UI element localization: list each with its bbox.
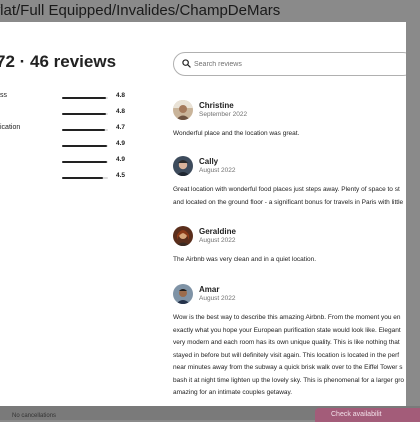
category-score: 4.8 bbox=[116, 92, 126, 99]
search-bar[interactable] bbox=[173, 52, 406, 76]
category-bar bbox=[62, 161, 108, 163]
review-text: Wow is the best way to describe this ama… bbox=[173, 312, 406, 400]
avatar[interactable] bbox=[173, 156, 193, 176]
reviewer-name: Christine bbox=[199, 101, 234, 110]
rating-category: 4.9 bbox=[0, 156, 132, 168]
category-bar-fill bbox=[62, 129, 106, 131]
review-text-line: and located on the ground floor - a sign… bbox=[173, 198, 404, 206]
category-score: 4.8 bbox=[116, 108, 126, 115]
category-bar bbox=[62, 97, 108, 99]
review-text-line: bash it at night time lighten up the lov… bbox=[173, 376, 404, 384]
category-bar bbox=[62, 145, 108, 147]
review-text-line: Great location with wonderful food place… bbox=[173, 186, 400, 193]
review-text: Wonderful place and the location was gre… bbox=[173, 128, 406, 141]
reviews-modal: 72 · 46 reviews ss 4.8 4.8 ication 4.7 4… bbox=[0, 22, 406, 406]
category-bar-fill bbox=[62, 97, 107, 99]
category-bar bbox=[62, 177, 108, 179]
category-label: ss bbox=[0, 92, 7, 99]
review-text-line: amazing for an intimate couples getaway. bbox=[173, 389, 293, 396]
check-availability-label: Check availabilit bbox=[331, 411, 382, 418]
listing-title: flat/Full Equipped/Invalides/ChampDeMars bbox=[0, 2, 281, 19]
rating-category: 4.8 bbox=[0, 108, 132, 120]
review-text-line: exactly what you hope your European puri… bbox=[173, 326, 401, 334]
category-bar-fill bbox=[62, 113, 107, 115]
review-text-line: stayed in before but will definitely vis… bbox=[173, 351, 400, 359]
review-text-line: The Airbnb was very clean and in a quiet… bbox=[173, 256, 317, 263]
review-date: August 2022 bbox=[199, 295, 236, 302]
category-label: ication bbox=[0, 124, 21, 131]
review-text-line: near minutes away from the subway a quic… bbox=[173, 364, 403, 371]
category-score: 4.5 bbox=[116, 172, 126, 179]
reviewer-name: Geraldine bbox=[199, 227, 236, 236]
rating-category: 4.9 bbox=[0, 140, 132, 152]
category-bar-fill bbox=[62, 161, 108, 163]
footer-text: No cancellations bbox=[12, 413, 57, 419]
review-text: Great location with wonderful food place… bbox=[173, 184, 406, 209]
category-score: 4.7 bbox=[116, 124, 126, 131]
category-score: 4.9 bbox=[116, 156, 126, 163]
review-date: August 2022 bbox=[199, 167, 236, 174]
avatar[interactable] bbox=[173, 284, 193, 304]
review-text-line: Wow is the best way to describe this ama… bbox=[173, 314, 401, 321]
search-input[interactable] bbox=[192, 56, 396, 73]
review-text-line: very modern and each room has its own un… bbox=[173, 339, 400, 346]
review-date: September 2022 bbox=[199, 111, 248, 118]
search-icon bbox=[182, 59, 191, 68]
review-text-line: Wonderful place and the location was gre… bbox=[173, 130, 300, 137]
avatar[interactable] bbox=[173, 226, 193, 246]
rating-category: 4.5 bbox=[0, 172, 132, 184]
reviewer-name: Cally bbox=[199, 157, 219, 166]
rating-category: ication 4.7 bbox=[0, 124, 132, 136]
category-bar bbox=[62, 113, 108, 115]
reviews-heading: 72 · 46 reviews bbox=[0, 52, 117, 71]
rating-category: ss 4.8 bbox=[0, 92, 132, 104]
category-bar bbox=[62, 129, 108, 131]
category-bar-fill bbox=[62, 177, 104, 179]
avatar[interactable] bbox=[173, 100, 193, 120]
category-score: 4.9 bbox=[116, 140, 126, 147]
reviewer-name: Amar bbox=[199, 285, 220, 294]
category-bar-fill bbox=[62, 145, 108, 147]
review-text: The Airbnb was very clean and in a quiet… bbox=[173, 254, 406, 267]
review-date: August 2022 bbox=[199, 237, 236, 244]
